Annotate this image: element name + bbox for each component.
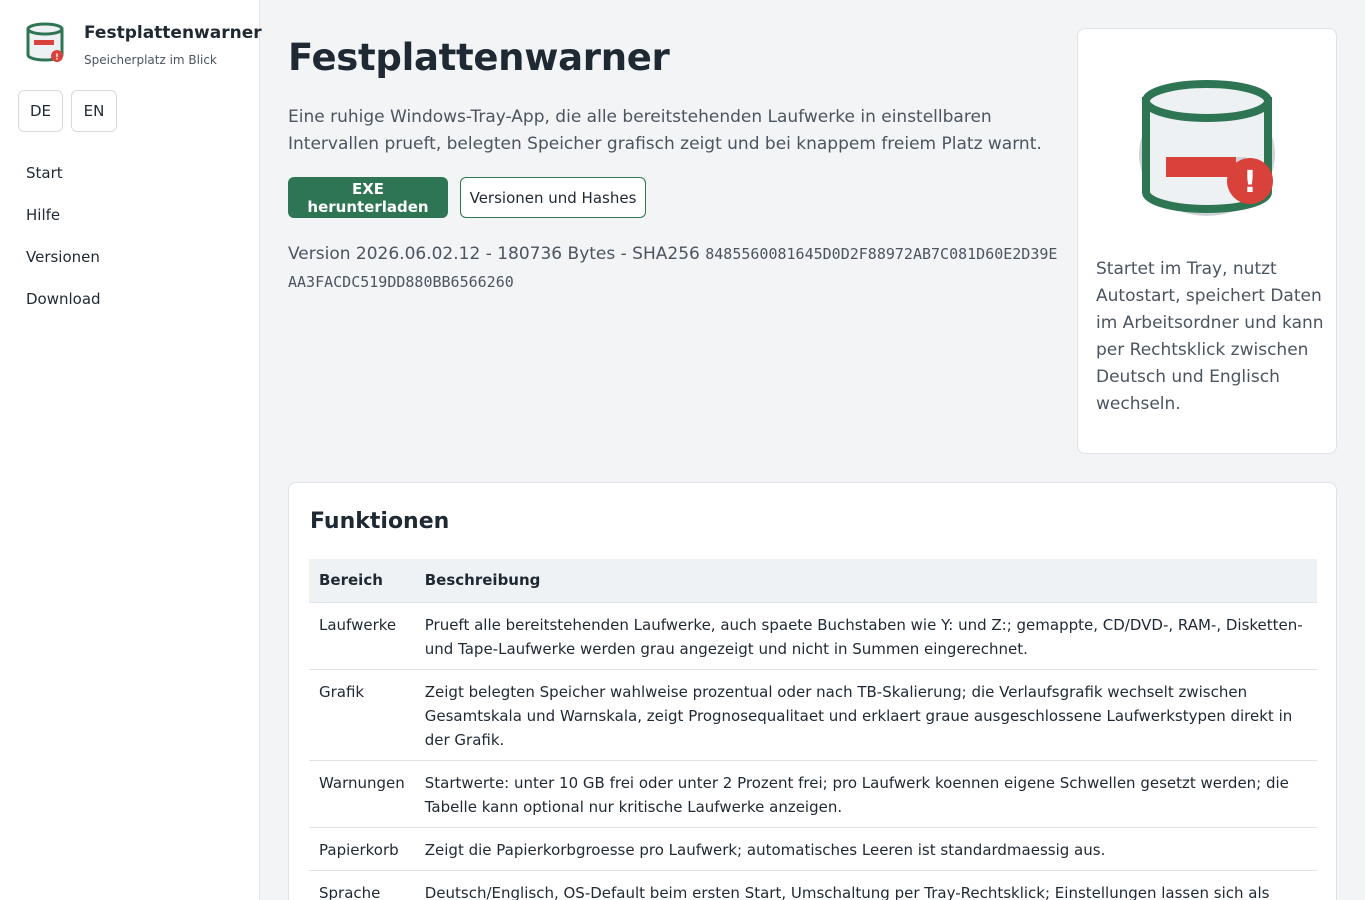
row-description: Deutsch/Englisch, OS-Default beim ersten… (414, 870, 1317, 900)
table-row: Sprache Deutsch/Englisch, OS-Default bei… (309, 870, 1317, 900)
download-exe-button[interactable]: EXE herunterladen (288, 177, 448, 218)
info-card: ! Startet im Tray, nutzt Autostart, spei… (1077, 28, 1337, 454)
drive-warning-logo-icon: ! (26, 22, 64, 62)
versions-hashes-button[interactable]: Versionen und Hashes (460, 177, 646, 218)
drive-warning-icon: ! (1139, 80, 1275, 216)
nav-hilfe[interactable]: Hilfe (26, 206, 60, 224)
column-header-beschreibung: Beschreibung (414, 559, 1317, 603)
page-title: Festplattenwarner (288, 36, 670, 79)
row-area: Warnungen (309, 760, 415, 828)
table-row: Laufwerke Prueft alle bereitstehenden La… (309, 602, 1317, 670)
row-area: Papierkorb (309, 827, 415, 871)
nav-versionen[interactable]: Versionen (26, 248, 100, 266)
svg-text:!: ! (1243, 165, 1257, 200)
row-description: Startwerte: unter 10 GB frei oder unter … (414, 760, 1317, 828)
row-description: Prueft alle bereitstehenden Laufwerke, a… (414, 602, 1317, 670)
functions-title: Funktionen (310, 509, 450, 534)
functions-section: Funktionen Bereich Beschreibung Laufwerk… (288, 482, 1337, 900)
row-area: Laufwerke (309, 602, 415, 670)
sidebar: ! Festplattenwarner Speicherplatz im Bli… (0, 0, 262, 900)
row-description: Zeigt die Papierkorbgroesse pro Laufwerk… (414, 827, 1317, 871)
table-row: Warnungen Startwerte: unter 10 GB frei o… (309, 760, 1317, 828)
info-card-text: Startet im Tray, nutzt Autostart, speich… (1096, 259, 1324, 414)
row-description: Zeigt belegten Speicher wahlweise prozen… (414, 669, 1317, 761)
table-row: Grafik Zeigt belegten Speicher wahlweise… (309, 669, 1317, 761)
column-header-bereich: Bereich (309, 559, 415, 603)
hero-description: Eine ruhige Windows-Tray-App, die alle b… (288, 107, 1042, 154)
table-header-row: Bereich Beschreibung (309, 559, 1317, 603)
language-de-button[interactable]: DE (18, 90, 63, 132)
brand-title: Festplattenwarner (84, 23, 262, 43)
language-en-button[interactable]: EN (71, 90, 117, 132)
row-area: Grafik (309, 669, 415, 761)
brand-subtitle: Speicherplatz im Blick (84, 53, 217, 67)
functions-table: Bereich Beschreibung Laufwerke Prueft al… (309, 559, 1317, 900)
version-text: Version 2026.06.02.12 - 180736 Bytes - S… (288, 244, 700, 264)
svg-text:!: ! (55, 53, 59, 62)
table-row: Papierkorb Zeigt die Papierkorbgroesse p… (309, 827, 1317, 871)
nav-start[interactable]: Start (26, 164, 63, 182)
brand[interactable]: ! Festplattenwarner Speicherplatz im Bli… (24, 20, 262, 67)
nav-download[interactable]: Download (26, 290, 101, 308)
row-area: Sprache (309, 870, 415, 900)
version-info: Version 2026.06.02.12 - 180736 Bytes - S… (288, 240, 1058, 296)
